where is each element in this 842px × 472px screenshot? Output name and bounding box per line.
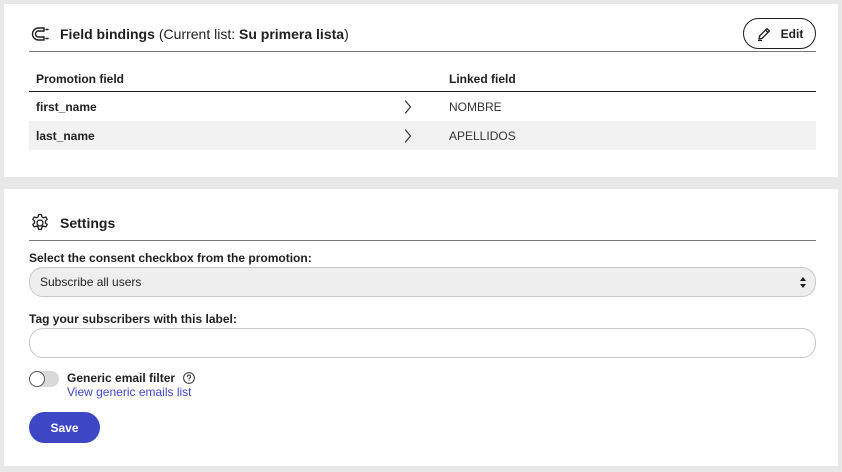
promotion-field-cell: first_name <box>36 99 97 114</box>
consent-select[interactable]: Subscribe all users <box>29 267 816 297</box>
generic-email-filter-toggle[interactable] <box>29 371 59 387</box>
help-circle-icon[interactable] <box>183 372 195 384</box>
table-row: last_name APELLIDOS <box>29 121 816 150</box>
settings-header: Settings <box>29 206 816 241</box>
field-bindings-title: Field bindings <box>60 26 155 42</box>
field-bindings-card: Field bindings (Current list: Su primera… <box>4 4 838 177</box>
save-button[interactable]: Save <box>29 412 100 443</box>
promotion-field-cell: last_name <box>36 128 95 143</box>
table-row: first_name NOMBRE <box>29 92 816 121</box>
consent-select-value: Subscribe all users <box>40 275 142 289</box>
linked-field-cell: APELLIDOS <box>449 128 516 143</box>
chevron-right-icon <box>404 128 449 143</box>
tag-input[interactable] <box>29 328 816 358</box>
column-header-promotion-field: Promotion field <box>36 72 124 86</box>
settings-card: Settings Select the consent checkbox fro… <box>4 189 838 466</box>
chevron-right-icon <box>404 99 449 114</box>
gear-icon <box>29 212 51 234</box>
generic-email-filter-label: Generic email filter <box>67 371 195 385</box>
view-generic-emails-link[interactable]: View generic emails list <box>67 385 192 399</box>
current-list-name: Su primera lista <box>239 26 345 42</box>
tag-input-label: Tag your subscribers with this label: <box>29 312 237 326</box>
settings-title: Settings <box>60 215 116 231</box>
edit-button[interactable]: Edit <box>743 18 816 49</box>
select-arrows-icon <box>800 277 806 288</box>
toggle-knob <box>29 371 45 387</box>
column-header-linked-field: Linked field <box>449 72 516 86</box>
current-list-label: (Current list: Su primera lista) <box>158 26 349 42</box>
linked-field-cell: NOMBRE <box>449 99 502 114</box>
magnet-icon <box>29 23 51 45</box>
consent-select-label: Select the consent checkbox from the pro… <box>29 251 312 265</box>
field-bindings-table: Promotion field Linked field first_name … <box>29 67 816 150</box>
field-bindings-header: Field bindings (Current list: Su primera… <box>29 17 816 52</box>
pencil-icon <box>756 26 781 42</box>
edit-button-label: Edit <box>780 26 804 41</box>
table-header: Promotion field Linked field <box>29 67 816 92</box>
